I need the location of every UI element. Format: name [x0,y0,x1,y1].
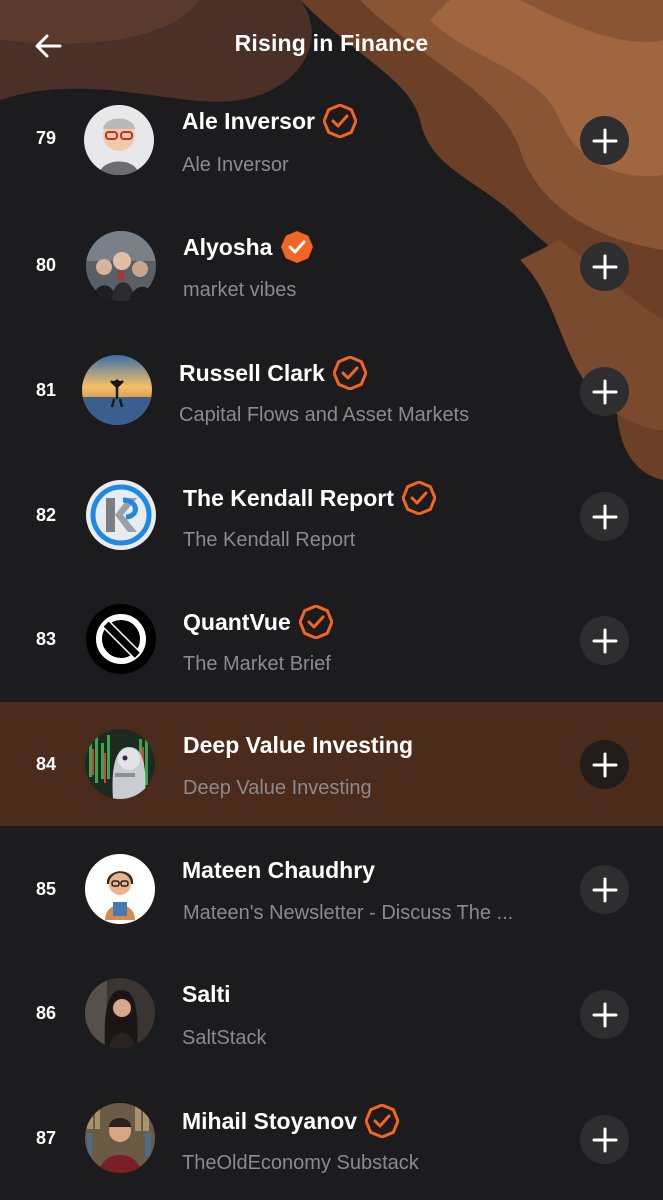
name-line: Mateen Chaudhry [182,857,375,884]
plus-icon [592,254,617,279]
subscribe-button[interactable] [580,1115,629,1164]
avatar [85,978,155,1048]
name-line: Russell Clark [179,356,367,390]
publication-subtitle: The Market Brief [183,653,331,675]
rank-number: 87 [35,1128,57,1148]
publication-subtitle: market vibes [183,279,297,301]
verified-badge-icon [401,481,436,515]
rank-number: 82 [35,505,57,525]
subscribe-button[interactable] [580,990,629,1039]
publication-subtitle: Capital Flows and Asset Markets [179,404,470,426]
name-line: Mihail Stoyanov [182,1104,400,1138]
plus-icon [592,752,617,777]
avatar [85,729,155,799]
name-line: Alyosha [183,230,314,264]
rank-number: 86 [35,1003,57,1023]
subscribe-button[interactable] [580,492,629,541]
verified-badge-icon [365,1104,400,1138]
plus-icon [592,877,617,902]
publication-subtitle: Ale Inversor [182,154,289,176]
list-item[interactable]: 80 Alyosha market vibes [0,203,663,327]
subscribe-button[interactable] [580,865,629,914]
subscribe-button[interactable] [580,740,629,789]
list-item[interactable]: 85 Mateen Chaudhry Mateen's Newsletter -… [0,827,663,951]
publication-subtitle: The Kendall Report [183,529,356,551]
rank-number: 80 [35,255,57,275]
publication-name: Salti [182,981,231,1007]
avatar [85,854,155,924]
publication-name: QuantVue [183,608,291,635]
publication-subtitle: TheOldEconomy Substack [182,1152,419,1174]
subscribe-button[interactable] [580,242,629,291]
name-line: QuantVue [183,605,333,639]
avatar [86,604,156,674]
plus-icon [592,128,617,153]
verified-badge-icon [322,104,357,138]
verified-badge-icon [332,356,367,390]
avatar [82,355,152,425]
subscribe-button[interactable] [580,616,629,665]
rank-number: 81 [35,380,57,400]
name-line: Salti [182,981,231,1008]
verified-badge-icon [281,231,314,263]
plus-icon [592,628,617,653]
avatar [84,105,154,175]
plus-icon [592,1002,617,1027]
avatar [86,231,156,301]
publication-name: Ale Inversor [182,107,315,134]
subscribe-button[interactable] [580,116,629,165]
list-item-highlighted[interactable]: 84 Deep Value Investing Deep Value Inves… [0,702,663,826]
plus-icon [592,504,617,529]
rank-number: 85 [35,879,57,899]
rank-number: 79 [35,128,57,148]
publication-name: Alyosha [183,233,273,260]
list-item[interactable]: 79 Ale Inversor Ale Inversor [0,78,663,202]
name-line: Ale Inversor [182,104,357,138]
publication-subtitle: Deep Value Investing [183,777,372,799]
list-item[interactable]: 83 QuantVue The Market Brief [0,578,663,702]
publication-name: Mateen Chaudhry [182,857,375,883]
name-line: The Kendall Report [183,481,436,515]
publication-subtitle: Mateen's Newsletter - Discuss The ... [183,902,514,924]
avatar [85,1103,155,1173]
top-bar: Rising in Finance [0,0,663,90]
avatar [86,480,156,550]
rank-number: 84 [35,754,57,774]
page-title: Rising in Finance [234,30,429,56]
list-item[interactable]: 82 The Kendall Report The Kendall Report [0,453,663,577]
verified-badge-icon [298,605,333,639]
publication-name: Deep Value Investing [183,732,414,758]
publication-name: Mihail Stoyanov [182,1107,358,1134]
plus-icon [592,1127,617,1152]
list-item[interactable]: 81 Russell Clark Capital Flows and Asset… [0,328,663,452]
subscribe-button[interactable] [580,367,629,416]
plus-icon [592,379,617,404]
rank-number: 83 [35,629,57,649]
list-item[interactable]: 86 Salti SaltStack [0,952,663,1076]
name-line: Deep Value Investing [183,732,413,759]
list-item[interactable]: 87 Mihail Stoyanov TheOldEconomy Substac… [0,1076,663,1200]
publication-name: The Kendall Report [183,484,394,511]
publication-name: Russell Clark [179,359,325,386]
publication-subtitle: SaltStack [182,1027,267,1049]
